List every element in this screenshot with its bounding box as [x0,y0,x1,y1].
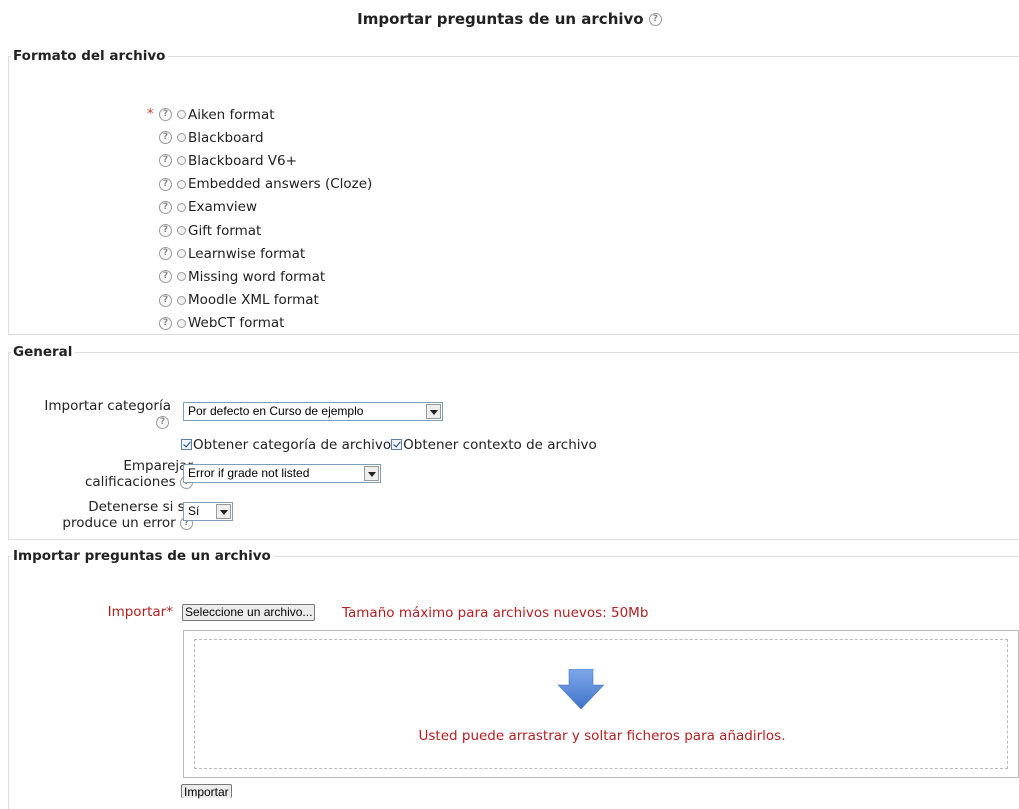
help-icon[interactable]: ? [159,247,172,261]
chevron-down-icon[interactable] [364,466,379,481]
help-icon[interactable]: ? [159,154,172,168]
format-option[interactable]: ? Blackboard [147,126,372,149]
match-grades-value: Error if grade not listed [188,466,310,480]
format-option[interactable]: ? WebCT format [147,312,372,335]
stop-on-error-value: Sí [188,504,200,518]
format-option[interactable]: ? Learnwise format [147,242,372,265]
import-file-label-text: Importar [107,604,167,620]
import-category-label: Importar categoría ? [44,398,171,430]
format-option[interactable]: ? Embedded answers (Cloze) [147,173,372,196]
import-category-value: Por defecto en Curso de ejemplo [188,404,364,418]
choose-file-button[interactable]: Seleccione un archivo... [182,604,316,621]
help-icon[interactable]: ? [159,131,172,145]
format-radio[interactable] [177,133,186,143]
help-icon[interactable]: ? [156,415,169,429]
match-grades-select[interactable]: Error if grade not listed [183,464,381,483]
page-title: Importar preguntas de un archivo ? [0,10,1019,28]
help-icon[interactable]: ? [159,108,172,122]
general-legend: General [13,344,73,360]
format-option[interactable]: *? Aiken format [147,103,372,126]
format-option-label: Gift format [188,222,262,239]
format-option[interactable]: ? Gift format [147,219,372,242]
chevron-down-icon[interactable] [216,504,231,519]
format-options-list: *? Aiken format? Blackboard? Blackboard V6+… [147,103,372,335]
chevron-down-icon[interactable] [426,404,441,419]
required-mark: * [166,604,173,620]
format-radio[interactable] [177,202,186,212]
format-legend: Formato del archivo [13,48,166,64]
help-icon[interactable]: ? [159,316,172,330]
help-icon[interactable]: ? [159,224,172,238]
format-radio[interactable] [177,156,186,166]
format-fieldset: Formato del archivo *? Aiken format? Black… [8,48,1019,335]
page-title-text: Importar preguntas de un archivo [357,10,644,28]
format-option[interactable]: ? Blackboard V6+ [147,149,372,172]
format-radio[interactable] [177,318,186,328]
format-radio[interactable] [177,110,186,120]
format-radio[interactable] [177,226,186,236]
format-option-label: Learnwise format [188,245,306,262]
from-file-context-checkbox[interactable] [391,439,403,450]
help-icon[interactable]: ? [159,177,172,191]
format-option[interactable]: ? Examview [147,196,372,219]
format-radio[interactable] [177,249,186,259]
help-icon[interactable]: ? [159,200,172,214]
format-option-label: Moodle XML format [188,292,319,309]
file-dropzone[interactable]: Usted puede arrastrar y soltar ficheros … [183,630,1019,778]
max-size-text: Tamaño máximo para archivos nuevos: 50Mb [342,605,649,621]
stop-on-error-label-line1: Detenerse si se [88,499,193,515]
from-file-category-label: Obtener categoría de archivo [193,437,392,453]
format-radio[interactable] [177,179,186,189]
import-submit-button[interactable]: Importar [181,784,232,799]
from-file-category-checkbox[interactable] [181,439,192,450]
stop-on-error-select[interactable]: Sí [183,502,233,521]
format-option[interactable]: ? Moodle XML format [147,289,372,312]
stop-on-error-label-line2: produce un error [62,515,176,531]
import-legend: Importar preguntas de un archivo [13,548,271,564]
format-option-label: Embedded answers (Cloze) [188,176,373,193]
format-option-label: WebCT format [188,315,285,332]
from-file-context-label: Obtener contexto de archivo [403,437,597,453]
stop-on-error-label: Detenerse si se produce un error ? [62,499,193,531]
format-option-label: Examview [188,199,258,216]
import-category-label-text: Importar categoría [44,398,171,414]
help-icon[interactable]: ? [648,13,662,26]
match-grades-label: Emparejar calificaciones ? [85,458,193,490]
import-category-select[interactable]: Por defecto en Curso de ejemplo [183,402,443,421]
import-file-label: Importar* [108,604,173,620]
format-radio[interactable] [177,272,186,282]
match-grades-label-line2: calificaciones [84,474,176,490]
format-radio[interactable] [177,295,186,305]
format-option-label: Missing word format [188,268,326,285]
dropzone-instructions: Usted puede arrastrar y soltar ficheros … [418,728,786,744]
format-option-label: Blackboard [188,129,264,146]
format-option-label: Aiken format [188,106,275,123]
help-icon[interactable]: ? [159,293,172,307]
context-options: Obtener categoría de archivo Obtener cont… [181,437,597,453]
general-fieldset: General Importar categoría ? Por defecto… [8,344,1019,540]
import-fieldset: Importar preguntas de un archivo Importa… [8,548,1019,809]
format-option-label: Blackboard V6+ [188,152,297,169]
down-arrow-icon [558,669,604,710]
help-icon[interactable]: ? [159,270,172,284]
required-mark: * [147,107,154,123]
format-option[interactable]: ? Missing word format [147,265,372,288]
